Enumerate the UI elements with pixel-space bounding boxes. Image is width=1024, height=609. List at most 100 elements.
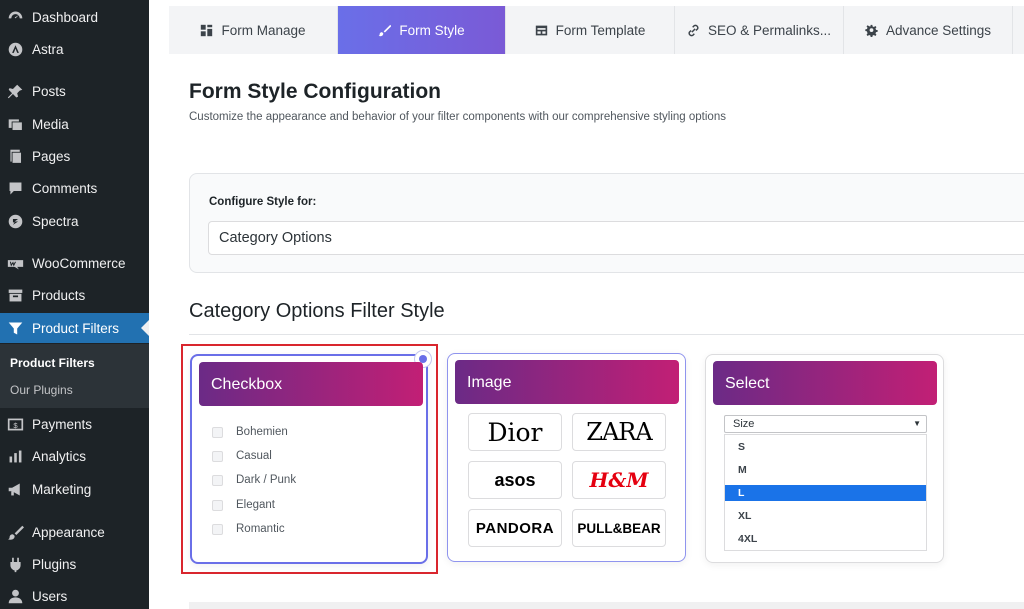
tab-advance-settings[interactable]: Advance Settings: [844, 6, 1013, 54]
menu-label: Astra: [32, 41, 64, 57]
tab-label: Form Manage: [221, 22, 306, 38]
tab-label: Form Style: [399, 22, 465, 38]
menu-comments[interactable]: Comments: [0, 173, 149, 203]
payments-icon: $: [5, 414, 25, 434]
menu-product-filters[interactable]: Product Filters: [0, 313, 149, 343]
menu-users[interactable]: Users: [0, 581, 149, 609]
checkbox[interactable]: [212, 474, 223, 486]
tab-bar: Form Manage Form Style Form Template SEO…: [169, 6, 1024, 54]
menu-pages[interactable]: Pages: [0, 141, 149, 171]
brand-logo-hm[interactable]: H&M: [572, 461, 666, 499]
spectra-icon: [5, 211, 25, 231]
menu-payments[interactable]: $ Payments: [0, 409, 149, 439]
size-select[interactable]: Size ▼: [724, 415, 927, 433]
tab-seo-permalinks[interactable]: SEO & Permalinks...: [675, 6, 844, 54]
menu-analytics[interactable]: Analytics: [0, 441, 149, 471]
horizontal-scrollbar[interactable]: [189, 602, 1024, 609]
menu-plugins[interactable]: Plugins: [0, 549, 149, 579]
checkbox-option[interactable]: Dark / Punk: [212, 474, 296, 486]
menu-label: Users: [32, 588, 68, 604]
plug-icon: [5, 554, 25, 574]
comment-icon: [5, 178, 25, 198]
menu-spectra[interactable]: Spectra: [0, 206, 149, 236]
checkbox[interactable]: [212, 450, 223, 462]
pin-icon: [5, 81, 25, 101]
tab-form-template[interactable]: Form Template: [506, 6, 675, 54]
menu-media[interactable]: Media: [0, 109, 149, 139]
menu-label: Dashboard: [32, 9, 99, 25]
admin-sidebar: Dashboard Astra Posts Media Pages Commen…: [0, 0, 149, 609]
media-icon: [5, 114, 25, 134]
menu-astra[interactable]: Astra: [0, 34, 149, 64]
tab-label: SEO & Permalinks...: [707, 22, 832, 38]
select-option[interactable]: 4XL: [725, 531, 926, 547]
menu-label: Pages: [32, 148, 71, 164]
brush-icon: [378, 24, 392, 37]
submenu-our-plugins[interactable]: Our Plugins: [10, 383, 73, 397]
menu-label: Payments: [32, 416, 93, 432]
menu-label: Analytics: [32, 448, 87, 464]
menu-woocommerce[interactable]: WooCommerce: [0, 248, 149, 278]
astra-icon: [5, 39, 25, 59]
size-options-list: S M L XL 4XL: [724, 434, 927, 551]
checkbox-option[interactable]: Romantic: [212, 523, 285, 535]
dashboard-icon: [5, 7, 25, 27]
config-label: Configure Style for:: [209, 196, 317, 208]
brand-logo-pullbear[interactable]: PULL&BEAR: [572, 509, 666, 547]
woocommerce-icon: [5, 253, 25, 273]
menu-label: Media: [32, 116, 69, 132]
page-subtitle: Customize the appearance and behavior of…: [189, 111, 726, 123]
menu-label: Products: [32, 287, 86, 303]
select-option-highlighted[interactable]: L: [725, 485, 926, 501]
brand-logo-asos[interactable]: asos: [468, 461, 562, 499]
card-header: Select: [713, 361, 937, 405]
configure-style-select[interactable]: Category Options: [208, 221, 1024, 255]
gear-icon: [865, 24, 878, 37]
divider: [189, 334, 1024, 335]
style-card-checkbox[interactable]: Checkbox Bohemien Casual Dark / Punk Ele…: [190, 350, 432, 564]
template-icon: [535, 24, 548, 37]
menu-label: Appearance: [32, 524, 105, 540]
style-card-select[interactable]: Select Size ▼ S M L XL 4XL: [705, 354, 944, 563]
select-option[interactable]: M: [725, 462, 926, 478]
tab-form-manage[interactable]: Form Manage: [169, 6, 338, 54]
select-option[interactable]: S: [725, 439, 926, 455]
menu-posts[interactable]: Posts: [0, 76, 149, 106]
filter-icon: [5, 318, 25, 338]
brand-logo-dior[interactable]: Dior: [468, 413, 562, 451]
select-option[interactable]: XL: [725, 508, 926, 524]
menu-label: Marketing: [32, 481, 92, 497]
section-title: Category Options Filter Style: [189, 300, 445, 322]
brand-logo-pandora[interactable]: PANDORA: [468, 509, 562, 547]
style-card-image[interactable]: Image Dior ZARA asos H&M PANDORA PULL&BE…: [447, 353, 686, 562]
chart-bar-icon: [5, 446, 25, 466]
pages-icon: [5, 146, 25, 166]
menu-appearance[interactable]: Appearance: [0, 517, 149, 547]
user-icon: [5, 586, 25, 606]
tab-label: Form Template: [555, 22, 646, 38]
brush-icon: [5, 522, 25, 542]
checkbox[interactable]: [212, 426, 223, 438]
card-header: Image: [455, 360, 679, 404]
brand-logo-zara[interactable]: ZARA: [572, 413, 666, 451]
checkbox-option[interactable]: Elegant: [212, 499, 275, 511]
checkbox[interactable]: [212, 523, 223, 535]
page-title: Form Style Configuration: [189, 80, 441, 103]
checkbox-option[interactable]: Casual: [212, 450, 272, 462]
menu-products[interactable]: Products: [0, 280, 149, 310]
menu-dashboard[interactable]: Dashboard: [0, 2, 149, 32]
main-content: Form Manage Form Style Form Template SEO…: [149, 0, 1024, 609]
menu-label: WooCommerce: [32, 255, 126, 271]
grid-icon: [200, 24, 213, 37]
svg-text:$: $: [13, 420, 18, 429]
submenu-product-filters[interactable]: Product Filters: [10, 356, 95, 370]
menu-marketing[interactable]: Marketing: [0, 474, 149, 504]
chevron-down-icon: ▼: [913, 419, 921, 428]
link-icon: [687, 24, 700, 37]
checkbox-option[interactable]: Bohemien: [212, 426, 288, 438]
tab-form-style[interactable]: Form Style: [338, 6, 506, 54]
checkbox[interactable]: [212, 499, 223, 511]
menu-label: Posts: [32, 83, 66, 99]
menu-label: Product Filters: [32, 320, 120, 336]
menu-label: Comments: [32, 180, 98, 196]
